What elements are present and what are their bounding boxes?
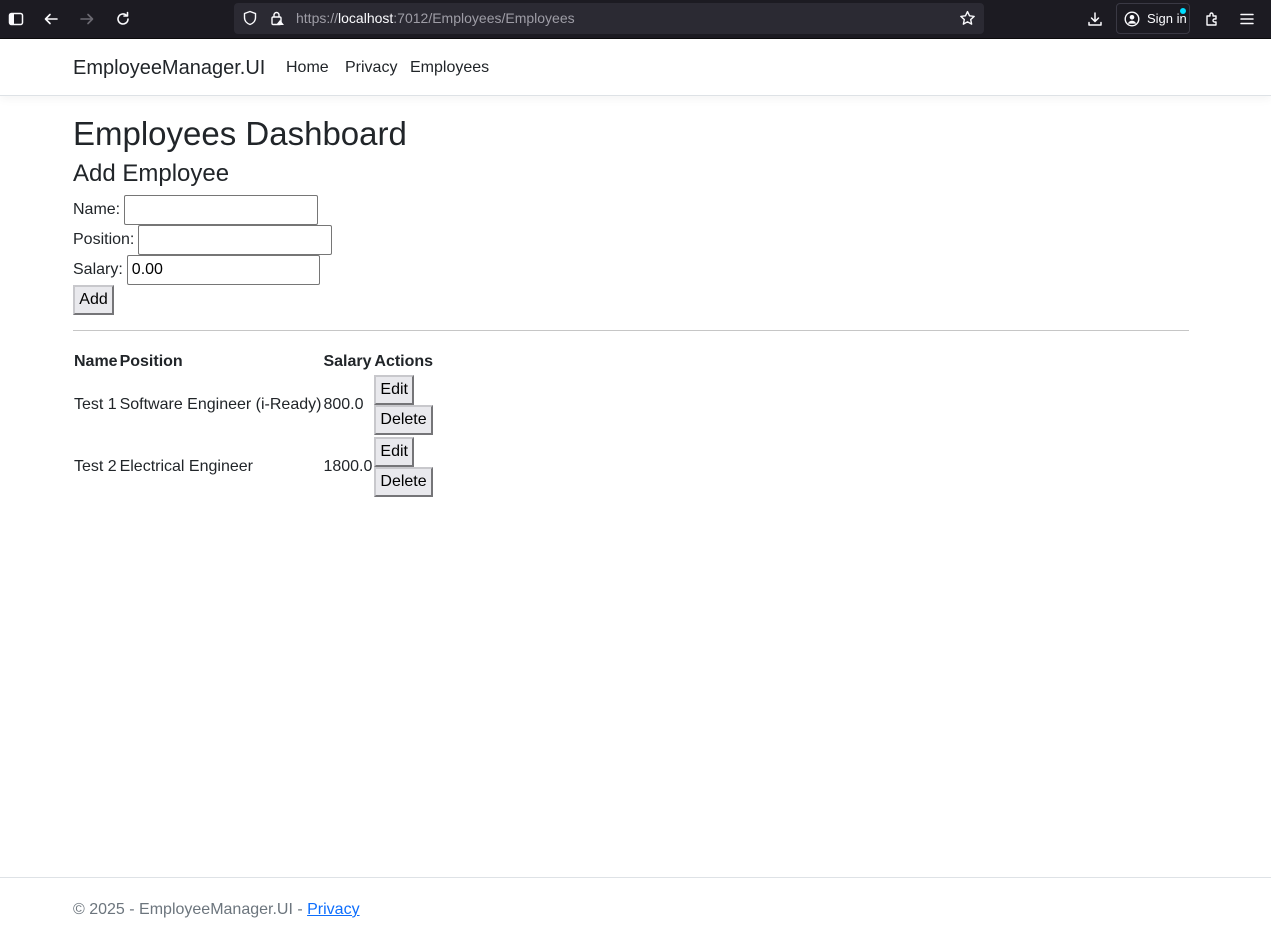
forward-arrow-icon[interactable] [72, 4, 102, 34]
name-input[interactable] [124, 195, 319, 225]
footer-text: © 2025 - EmployeeManager.UI - Privacy [73, 901, 360, 919]
employees-table: Name Position Salary Actions Test 1 Soft… [73, 350, 434, 498]
delete-button[interactable]: Delete [374, 405, 433, 435]
salary-input[interactable] [126, 255, 320, 285]
divider [73, 330, 1189, 331]
url-text: https://localhost:7012/Employees/Employe… [296, 10, 575, 26]
cell-name: Test 2 [74, 458, 117, 475]
cell-name: Test 1 [74, 396, 117, 413]
edit-button[interactable]: Edit [374, 437, 414, 467]
cell-actions: Edit Delete [373, 374, 434, 436]
salary-row: Salary: [73, 255, 320, 285]
cell-position: Electrical Engineer [119, 458, 253, 475]
browser-toolbar: https://localhost:7012/Employees/Employe… [0, 0, 1271, 39]
edit-button[interactable]: Edit [374, 375, 414, 405]
position-row: Position: [73, 225, 333, 255]
cell-salary: 1800.0 [323, 458, 373, 475]
name-label: Name: [73, 201, 121, 218]
header-position: Position [119, 353, 183, 370]
shield-icon[interactable] [242, 10, 258, 26]
menu-icon[interactable] [1232, 4, 1262, 34]
header-name: Name [74, 353, 118, 370]
reload-icon[interactable] [108, 4, 138, 34]
header-salary: Salary [323, 353, 372, 370]
sign-in-button[interactable]: Sign in [1116, 3, 1190, 34]
table-row: Test 2 Electrical Engineer 1800.0 Edit D… [73, 436, 434, 498]
extensions-icon[interactable] [1197, 4, 1227, 34]
copyright-text: © 2025 - EmployeeManager.UI - [73, 901, 308, 918]
page-title: Employees Dashboard [73, 115, 407, 152]
add-button[interactable]: Add [73, 285, 114, 315]
salary-label: Salary: [73, 261, 123, 278]
address-bar[interactable]: https://localhost:7012/Employees/Employe… [234, 3, 984, 34]
brand-link[interactable]: EmployeeManager.UI [73, 57, 265, 80]
back-arrow-icon[interactable] [36, 4, 66, 34]
cell-actions: Edit Delete [373, 436, 434, 498]
delete-button[interactable]: Delete [374, 467, 433, 497]
sidebar-icon[interactable] [1, 4, 31, 34]
site-navbar: EmployeeManager.UI Home Privacy Employee… [0, 39, 1271, 96]
site-footer: © 2025 - EmployeeManager.UI - Privacy [0, 877, 1271, 941]
name-row: Name: [73, 195, 319, 225]
download-icon[interactable] [1080, 4, 1110, 34]
table-header-row: Name Position Salary Actions [73, 350, 434, 374]
notification-dot [1180, 8, 1186, 14]
nav-link-employees[interactable]: Employees [410, 59, 489, 77]
account-icon [1124, 11, 1140, 27]
lock-icon[interactable] [269, 10, 285, 26]
footer-privacy-link[interactable]: Privacy [307, 901, 359, 918]
nav-link-home[interactable]: Home [286, 59, 329, 77]
position-input[interactable] [138, 225, 333, 255]
star-icon[interactable] [959, 10, 976, 27]
position-label: Position: [73, 231, 135, 248]
table-row: Test 1 Software Engineer (i-Ready) 800.0… [73, 374, 434, 436]
cell-position: Software Engineer (i-Ready) [119, 396, 322, 413]
form-heading: Add Employee [73, 160, 230, 187]
cell-salary: 800.0 [323, 396, 364, 413]
nav-link-privacy[interactable]: Privacy [345, 59, 397, 77]
header-actions: Actions [374, 353, 434, 370]
